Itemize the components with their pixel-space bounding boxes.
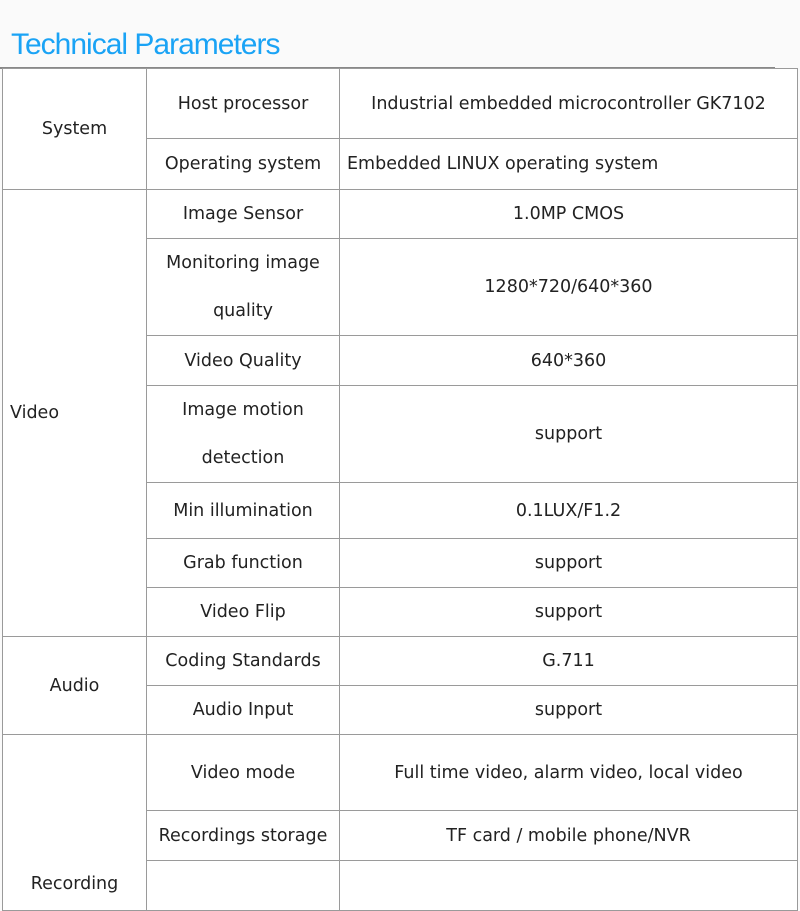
param-name: Coding Standards bbox=[146, 636, 340, 686]
table-row: Audio Coding Standards G.711 bbox=[2, 636, 798, 735]
param-value: support bbox=[339, 385, 798, 483]
param-name: Video mode bbox=[146, 734, 340, 811]
param-value: TF card / mobile phone/NVR bbox=[339, 810, 798, 861]
param-value: support bbox=[339, 538, 798, 588]
param-name: Image Sensor bbox=[146, 189, 340, 239]
param-name-line: detection bbox=[201, 448, 285, 468]
param-name-line: Monitoring image bbox=[166, 253, 320, 273]
category-cell: Recording bbox=[2, 734, 147, 911]
param-value: 640*360 bbox=[339, 335, 798, 386]
param-name: Audio Input bbox=[146, 685, 340, 735]
param-name: Image motion detection bbox=[146, 385, 340, 483]
param-name: Min illumination bbox=[146, 482, 340, 539]
table-row: Recording Video mode Full time video, al… bbox=[2, 734, 798, 911]
category-cell: System bbox=[2, 68, 147, 190]
param-value: 0.1LUX/F1.2 bbox=[339, 482, 798, 539]
param-name: Video Quality bbox=[146, 335, 340, 386]
param-name: Grab function bbox=[146, 538, 340, 588]
table-row: System Host processor Industrial embedde… bbox=[2, 68, 798, 190]
param-value: support bbox=[339, 587, 798, 637]
category-cell: Video bbox=[2, 189, 147, 637]
param-value: G.711 bbox=[339, 636, 798, 686]
param-name bbox=[146, 860, 340, 911]
param-name-line: quality bbox=[213, 301, 273, 321]
param-value bbox=[339, 860, 798, 911]
param-name: Recordings storage bbox=[146, 810, 340, 861]
param-value: Full time video, alarm video, local vide… bbox=[339, 734, 798, 811]
param-value: 1.0MP CMOS bbox=[339, 189, 798, 239]
param-name: Operating system bbox=[146, 138, 340, 190]
param-name: Monitoring image quality bbox=[146, 238, 340, 336]
param-value: Embedded LINUX operating system bbox=[339, 138, 798, 190]
param-value: Industrial embedded microcontroller GK71… bbox=[339, 68, 798, 139]
param-name: Host processor bbox=[146, 68, 340, 139]
technical-parameters-table: System Host processor Industrial embedde… bbox=[2, 68, 798, 911]
table-row: Video Image Sensor 1.0MP CMOS bbox=[2, 189, 798, 637]
category-cell: Audio bbox=[2, 636, 147, 735]
param-value: 1280*720/640*360 bbox=[339, 238, 798, 336]
param-value: support bbox=[339, 685, 798, 735]
param-name: Video Flip bbox=[146, 587, 340, 637]
page-title: Technical Parameters bbox=[11, 28, 280, 61]
param-name-line: Image motion bbox=[182, 400, 304, 420]
